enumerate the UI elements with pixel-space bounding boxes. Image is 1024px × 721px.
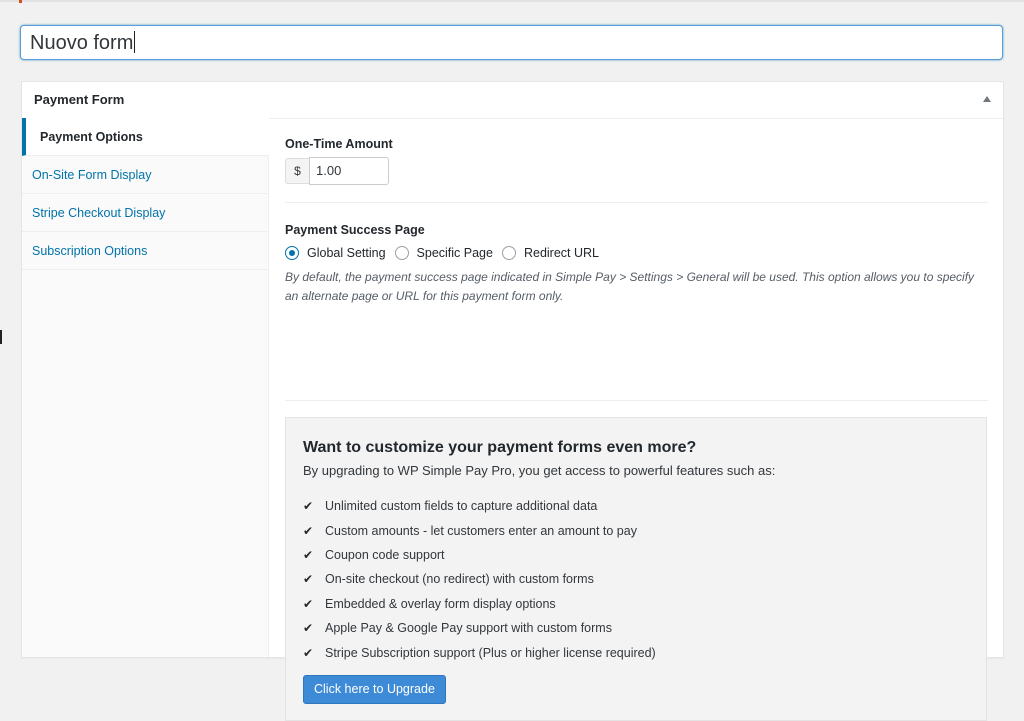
radio-checked-icon[interactable] [285,246,299,260]
success-page-label: Payment Success Page [285,223,425,237]
checkmark-icon: ✔ [303,596,314,611]
feature-text: Apple Pay & Google Pay support with cust… [325,621,612,636]
checkmark-icon: ✔ [303,523,314,538]
feature-list: ✔ Unlimited custom fields to capture addi… [303,494,969,665]
tab-subscription-options[interactable]: Subscription Options [22,232,268,270]
metabox-header[interactable]: Payment Form [22,82,1003,119]
checkmark-icon: ✔ [303,499,314,514]
success-page-radio-group: Global Setting Specific Page Redirect UR… [285,246,608,260]
list-item: ✔ On-site checkout (no redirect) with cus… [303,567,969,591]
currency-symbol: $ [285,158,309,184]
success-page-description: By default, the payment success page ind… [285,270,975,303]
list-item: ✔ Apple Pay & Google Pay support with cus… [303,616,969,640]
section-divider [285,400,988,401]
checkmark-icon: ✔ [303,572,314,587]
upgrade-upsell-box: Want to customize your payment forms eve… [285,417,987,721]
text-caret [134,31,136,53]
feature-text: Unlimited custom fields to capture addit… [325,499,598,514]
feature-text: Custom amounts - let customers enter an … [325,523,637,538]
amount-field: $ 1.00 [285,157,389,185]
section-divider [285,202,988,203]
metabox-tabs: Payment Options On-Site Form Display Str… [22,118,269,657]
upsell-title: Want to customize your payment forms eve… [303,439,697,456]
tab-on-site-form-display[interactable]: On-Site Form Display [22,156,268,194]
amount-input[interactable]: 1.00 [309,157,389,185]
radio-redirect-url[interactable]: Redirect URL [501,246,599,260]
metabox-title: Payment Form [34,92,125,107]
list-item: ✔ Stripe Subscription support (Plus or hi… [303,640,969,664]
radio-unchecked-icon[interactable] [501,246,516,260]
top-border [0,0,1024,2]
radio-specific-page[interactable]: Specific Page [394,246,493,260]
feature-text: Stripe Subscription support (Plus or hig… [325,645,656,660]
left-edge-mark [0,330,2,344]
form-title-value: Nuovo form [30,32,134,54]
upsell-intro: By upgrading to WP Simple Pay Pro, you g… [303,463,776,478]
feature-text: On-site checkout (no redirect) with cust… [325,572,594,587]
radio-unchecked-icon[interactable] [394,246,409,260]
collapse-arrow-icon[interactable] [983,96,991,102]
checkmark-icon: ✔ [303,621,314,636]
radio-label: Redirect URL [523,246,599,260]
payment-form-metabox: Payment Form Payment Options On-Site For… [21,81,1004,721]
checkmark-icon: ✔ [303,645,314,660]
feature-text: Coupon code support [325,547,445,562]
tab-stripe-checkout-display[interactable]: Stripe Checkout Display [22,194,268,232]
tab-payment-options[interactable]: Payment Options [22,118,269,156]
feature-text: Embedded & overlay form display options [325,596,556,611]
list-item: ✔ Custom amounts - let customers enter an… [303,518,969,542]
amount-label: One-Time Amount [285,137,393,151]
list-item: ✔ Embedded & overlay form display options [303,592,969,616]
list-item: ✔ Unlimited custom fields to capture addi… [303,494,969,518]
radio-global-setting[interactable]: Global Setting [285,246,386,260]
radio-label: Specific Page [416,246,493,260]
form-title-input[interactable]: Nuovo form [20,25,1003,60]
list-item: ✔ Coupon code support [303,543,969,567]
checkmark-icon: ✔ [303,547,314,562]
top-accent-mark [19,0,22,3]
radio-label: Global Setting [307,246,386,260]
upgrade-button[interactable]: Click here to Upgrade [303,674,446,704]
